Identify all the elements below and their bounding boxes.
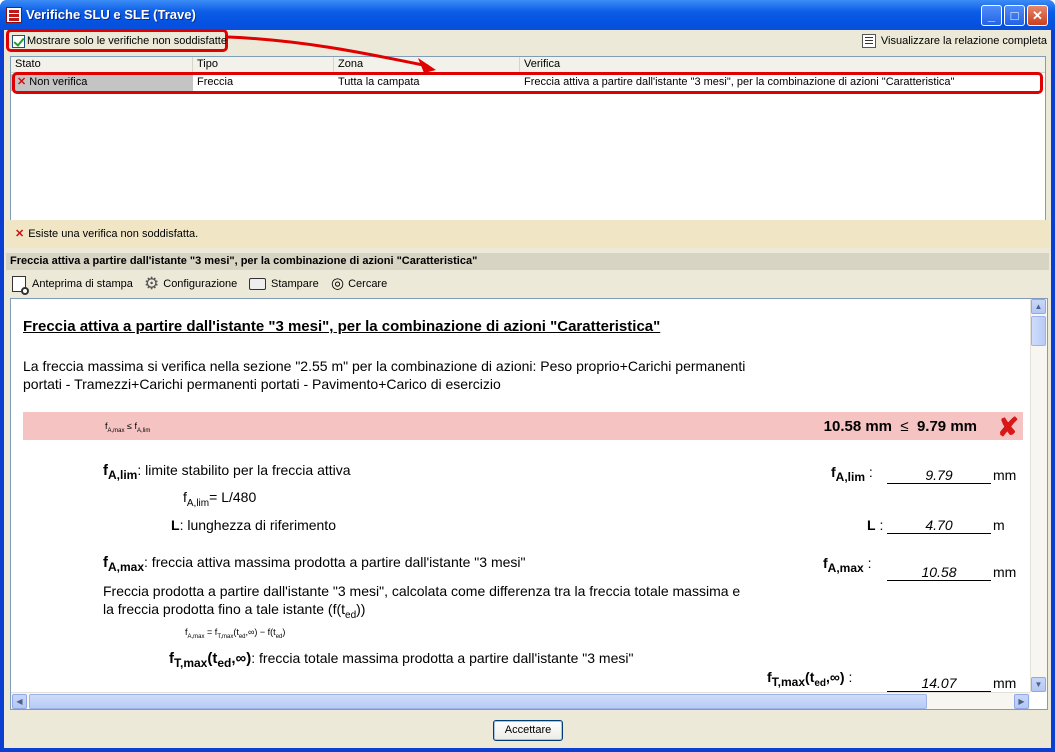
scroll-down-button[interactable]: ▼	[1031, 677, 1046, 692]
scroll-right-button[interactable]: ▶	[1014, 694, 1029, 709]
configuration-label: Configurazione	[163, 278, 238, 290]
print-button[interactable]: Stampare	[249, 274, 319, 294]
vertical-scroll-thumb[interactable]	[1031, 316, 1046, 346]
minimize-icon: _	[987, 8, 996, 23]
L-value: 4.70	[887, 517, 991, 534]
report-link-label: Visualizzare la relazione completa	[880, 34, 1047, 47]
doc-intro: La freccia massima si verifica nella sez…	[23, 358, 746, 392]
maximize-icon: □	[1010, 8, 1019, 23]
vertical-scrollbar[interactable]: ▲ ▼	[1030, 299, 1047, 692]
arrow-up-icon: ▲	[1034, 302, 1043, 311]
gear-icon: ⚙	[144, 274, 160, 294]
fail-x-icon: ✘	[997, 412, 1019, 442]
checks-list[interactable]: Stato Tipo Zona Verifica ✕ Non verifica …	[10, 56, 1046, 242]
ftmax-label: fT,max(ted,∞) :	[767, 669, 853, 689]
title-bar[interactable]: Verifiche SLU e SLE (Trave) _ □ ✕	[0, 0, 1055, 30]
arrow-right-icon: ▶	[1018, 697, 1025, 706]
message-bar: ✕ Esiste una verifica non soddisfatta.	[6, 220, 1049, 248]
printer-icon	[249, 278, 266, 291]
flim-value: 9.79	[887, 467, 991, 484]
minimize-button[interactable]: _	[981, 5, 1002, 26]
print-label: Stampare	[271, 278, 319, 290]
flim-description: fA,lim: limite stabilito per la freccia …	[103, 462, 351, 482]
flim-label: fA,lim :	[831, 464, 873, 484]
condition-formula: fA,max ≤ fA,lim	[105, 421, 151, 434]
maximize-button[interactable]: □	[1004, 5, 1025, 26]
horizontal-scroll-thumb[interactable]	[29, 694, 927, 709]
fmax-value: 10.58	[887, 564, 991, 581]
close-button[interactable]: ✕	[1027, 5, 1048, 26]
print-preview-label: Anteprima di stampa	[32, 278, 133, 290]
report-link[interactable]: Visualizzare la relazione completa	[861, 34, 1047, 48]
column-header-stato[interactable]: Stato	[11, 57, 193, 73]
filter-checkbox-label[interactable]: Mostrare solo le verifiche non soddisfat…	[27, 35, 227, 47]
column-header-tipo[interactable]: Tipo	[193, 57, 334, 73]
report-icon	[861, 34, 876, 48]
arrow-down-icon: ▼	[1034, 680, 1043, 689]
fmax-unit: mm	[993, 564, 1017, 580]
fmax-explanation: Freccia prodotta a partire dall'istante …	[103, 583, 741, 621]
print-preview-button[interactable]: Anteprima di stampa	[12, 274, 133, 296]
horizontal-scrollbar[interactable]: ◀ ▶	[11, 692, 1030, 709]
binoculars-icon: ◎	[331, 275, 345, 293]
condition-bar: fA,max ≤ fA,lim 10.58 mm ≤ 9.79 mm ✘	[23, 412, 1023, 442]
condition-values: 10.58 mm ≤ 9.79 mm	[823, 418, 977, 435]
client-area: Mostrare solo le verifiche non soddisfat…	[4, 29, 1051, 748]
dialog-window: Verifiche SLU e SLE (Trave) _ □ ✕ Mostra…	[0, 0, 1055, 752]
ftmax-unit: mm	[993, 675, 1017, 691]
ftmax-value: 14.07	[887, 675, 991, 692]
close-icon: ✕	[1032, 8, 1043, 23]
column-header-verifica[interactable]: Verifica	[520, 57, 1045, 73]
scroll-up-button[interactable]: ▲	[1031, 299, 1046, 314]
flim-unit: mm	[993, 467, 1017, 483]
search-button[interactable]: ◎ Cercare	[331, 274, 387, 294]
ftmax-description: fT,max(ted,∞): freccia totale massima pr…	[169, 650, 634, 670]
section-title: Freccia attiva a partire dall'istante "3…	[6, 253, 1049, 270]
filter-checkbox[interactable]	[12, 35, 25, 48]
arrow-left-icon: ◀	[16, 697, 23, 706]
scroll-left-button[interactable]: ◀	[12, 694, 27, 709]
print-preview-icon	[12, 276, 29, 296]
flim-formula: fA,lim= L/480	[183, 489, 257, 509]
L-unit: m	[993, 517, 1005, 533]
fmax-formula: fA,max = fT,max(ted,∞) − f(ted)	[185, 627, 286, 640]
column-header-zona[interactable]: Zona	[334, 57, 520, 73]
configuration-button[interactable]: ⚙ Configurazione	[144, 274, 237, 294]
fmax-description: fA,max: freccia attiva massima prodotta …	[103, 554, 526, 574]
fail-x-icon: ✕	[15, 228, 25, 240]
app-icon	[6, 7, 22, 23]
L-label: L :	[867, 517, 884, 533]
report-document[interactable]: Freccia attiva a partire dall'istante "3…	[10, 298, 1048, 710]
row-highlight	[12, 72, 1043, 94]
doc-title: Freccia attiva a partire dall'istante "3…	[23, 318, 661, 335]
L-description: L: lunghezza di riferimento	[171, 517, 336, 533]
list-header: Stato Tipo Zona Verifica	[11, 57, 1045, 73]
window-title: Verifiche SLU e SLE (Trave)	[26, 7, 196, 22]
search-label: Cercare	[348, 278, 388, 290]
accept-button[interactable]: Accettare	[493, 720, 563, 741]
fmax-label: fA,max :	[823, 555, 872, 575]
message-text: Esiste una verifica non soddisfatta.	[28, 228, 199, 240]
